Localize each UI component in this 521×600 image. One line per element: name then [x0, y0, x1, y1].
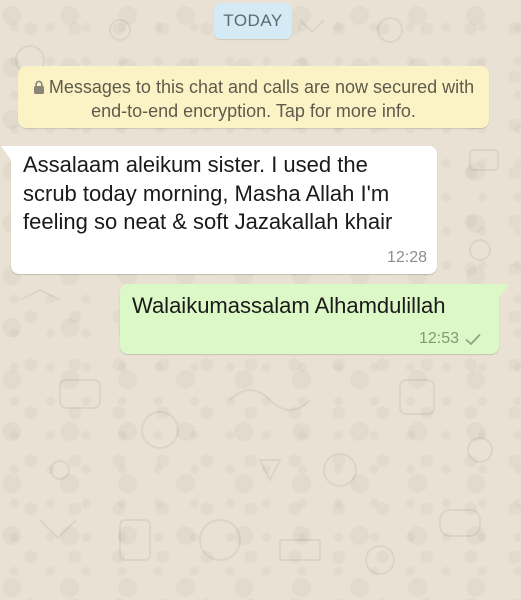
- single-check-icon: [465, 333, 481, 345]
- lock-icon: [33, 80, 44, 94]
- encryption-notice-text: Messages to this chat and calls are now …: [48, 77, 475, 121]
- incoming-message[interactable]: Assalaam aleikum sister. I used the scru…: [1, 146, 437, 274]
- date-label: TODAY: [223, 11, 283, 30]
- encryption-notice[interactable]: Messages to this chat and calls are now …: [18, 66, 489, 128]
- outgoing-message[interactable]: Walaikumassalam Alhamdulillah 12:53: [120, 284, 509, 354]
- bubble-tail: [499, 284, 509, 298]
- message-text: Walaikumassalam Alhamdulillah: [132, 293, 446, 318]
- message-time: 12:53: [418, 330, 459, 347]
- message-time: 12:28: [386, 249, 427, 266]
- message-text: Assalaam aleikum sister. I used the scru…: [23, 152, 393, 234]
- bubble-tail: [1, 146, 11, 160]
- date-divider: TODAY: [214, 3, 292, 39]
- message-meta: 12:53: [419, 330, 481, 348]
